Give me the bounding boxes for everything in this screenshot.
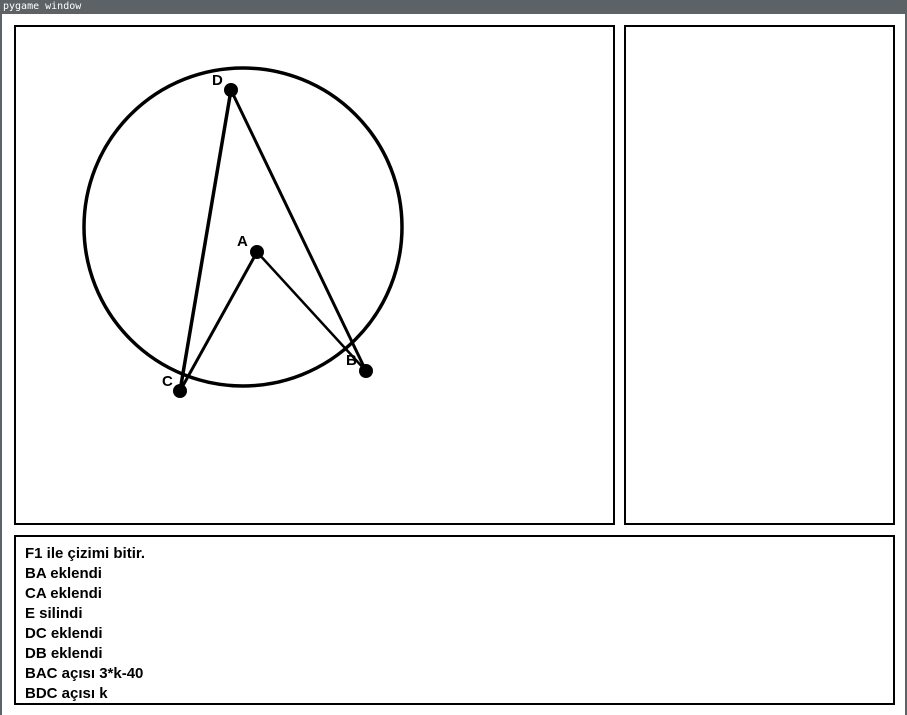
log-line: E silindi	[25, 605, 83, 622]
log-line: BA eklendi	[25, 565, 102, 582]
log-line: F1 ile çizimi bitir.	[25, 545, 146, 562]
message-log: F1 ile çizimi bitir. BA eklendi CA eklen…	[25, 544, 145, 704]
log-line: DB eklendi	[25, 645, 103, 662]
point-c[interactable]	[173, 384, 187, 398]
point-d[interactable]	[224, 83, 238, 97]
geometry-drawing[interactable]: A B C D	[16, 27, 613, 523]
log-line: CA eklendi	[25, 585, 102, 602]
point-label-d: D	[212, 72, 223, 89]
message-log-panel: F1 ile çizimi bitir. BA eklendi CA eklen…	[14, 535, 895, 705]
point-a[interactable]	[250, 245, 264, 259]
point-label-b: B	[346, 352, 357, 369]
point-b[interactable]	[359, 364, 373, 378]
log-line: BAC açısı 3*k-40	[25, 665, 144, 682]
window-title: pygame window	[3, 1, 82, 12]
log-line: BDC açısı k	[25, 685, 108, 702]
drawing-canvas-panel[interactable]: A B C D	[14, 25, 615, 525]
side-panel	[624, 25, 895, 525]
point-label-c: C	[162, 373, 173, 390]
segment-db	[229, 89, 368, 372]
window-border-left	[0, 14, 2, 715]
log-line: DC eklendi	[25, 625, 103, 642]
point-label-a: A	[237, 233, 248, 250]
pygame-window: pygame window A B C D F1 ile çizimi biti…	[0, 0, 907, 715]
title-bar[interactable]: pygame window	[0, 0, 907, 14]
